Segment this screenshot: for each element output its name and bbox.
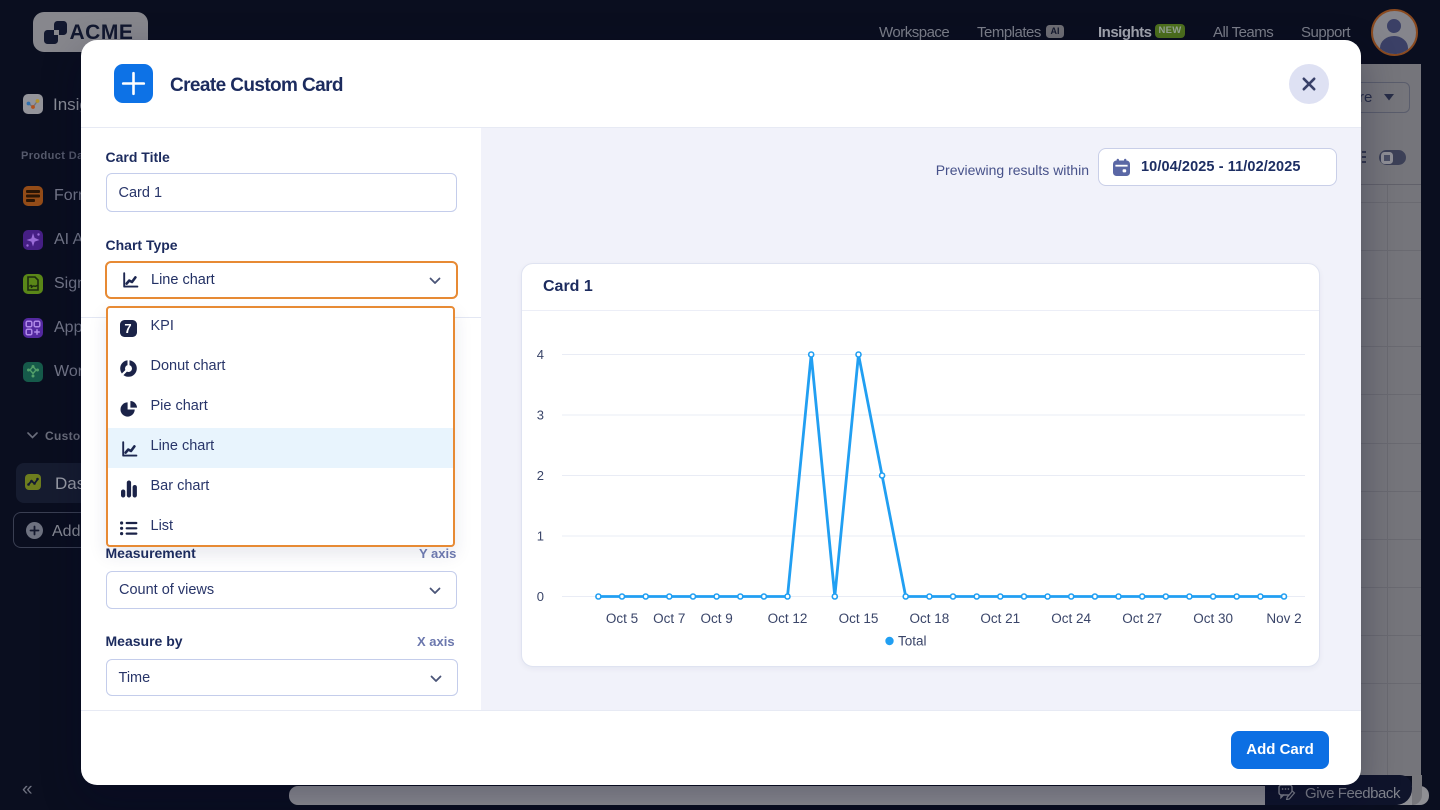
svg-text:Total: Total (898, 634, 927, 649)
svg-text:1: 1 (537, 529, 544, 544)
svg-text:Nov 2: Nov 2 (1266, 611, 1301, 626)
svg-text:Oct 27: Oct 27 (1122, 611, 1162, 626)
svg-text:Oct 15: Oct 15 (839, 611, 879, 626)
svg-text:Oct 18: Oct 18 (910, 611, 950, 626)
svg-text:Oct 24: Oct 24 (1051, 611, 1091, 626)
svg-text:0: 0 (537, 589, 544, 604)
svg-text:4: 4 (537, 347, 544, 362)
svg-text:Oct 21: Oct 21 (980, 611, 1020, 626)
svg-text:3: 3 (537, 408, 544, 423)
svg-text:Oct 5: Oct 5 (606, 611, 638, 626)
svg-text:Oct 7: Oct 7 (653, 611, 685, 626)
svg-text:2: 2 (537, 468, 544, 483)
svg-text:Oct 30: Oct 30 (1193, 611, 1233, 626)
svg-text:Oct 12: Oct 12 (768, 611, 808, 626)
svg-text:Oct 9: Oct 9 (700, 611, 732, 626)
